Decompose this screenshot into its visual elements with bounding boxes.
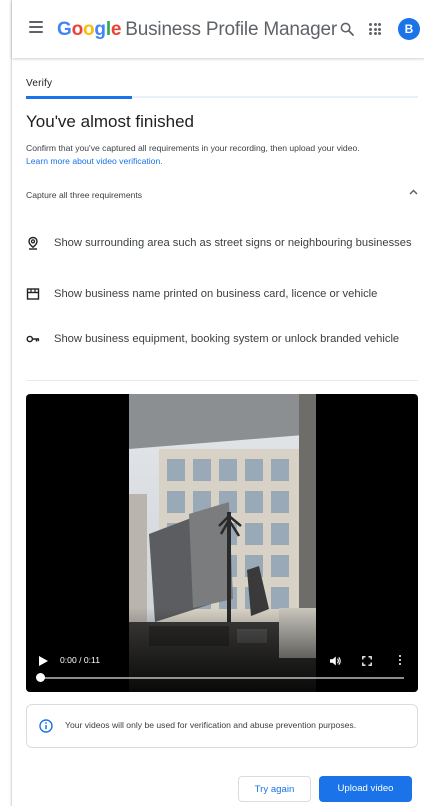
- volume-icon[interactable]: [330, 656, 342, 666]
- requirements-header: Capture all three requirements: [26, 190, 143, 200]
- chevron-up-icon[interactable]: [409, 189, 418, 195]
- step-label: Verify: [26, 78, 53, 89]
- product-name: Business Profile Manager: [125, 19, 337, 40]
- location-pin-icon: [28, 236, 38, 250]
- divider: [26, 380, 418, 381]
- requirement-item: Show business equipment, booking system …: [26, 332, 422, 348]
- google-wordmark-letter: o: [83, 19, 95, 40]
- privacy-notice: Your videos will only be used for verifi…: [26, 704, 418, 748]
- try-again-button[interactable]: Try again: [238, 776, 311, 802]
- google-wordmark-letter: o: [71, 19, 84, 40]
- video-controls-scrim: [26, 608, 418, 692]
- google-wordmark-letter: g: [94, 19, 106, 40]
- google-wordmark: Google: [57, 19, 121, 40]
- learn-more-link[interactable]: Learn more about video verification.: [26, 155, 422, 168]
- key-icon: [26, 335, 40, 343]
- more-vertical-icon[interactable]: [399, 655, 403, 667]
- google-wordmark-letter: G: [57, 19, 72, 40]
- video-seek-thumb[interactable]: [36, 673, 45, 682]
- fullscreen-icon[interactable]: [362, 656, 372, 666]
- page-title: You've almost finished: [26, 112, 194, 131]
- storefront-icon: [26, 288, 40, 300]
- google-wordmark-letter: e: [110, 19, 122, 40]
- menu-icon[interactable]: [29, 21, 43, 33]
- requirements-expander[interactable]: Capture all three requirements: [26, 185, 418, 201]
- requirement-text: Show business equipment, booking system …: [54, 333, 400, 345]
- search-icon[interactable]: [340, 22, 354, 36]
- avatar[interactable]: B: [398, 18, 420, 40]
- product-logo[interactable]: Google Business Profile Manager: [57, 19, 337, 41]
- app-frame: Google Business Profile Manager B Verify …: [11, 0, 424, 806]
- requirement-text: Show business name printed on business c…: [54, 288, 378, 300]
- top-app-bar: Google Business Profile Manager B: [12, 0, 424, 58]
- requirement-text: Show surrounding area such as street sig…: [54, 237, 412, 249]
- step-progress-fill: [26, 95, 132, 99]
- apps-icon[interactable]: [369, 23, 381, 35]
- video-time: 0:00 / 0:11: [60, 655, 100, 665]
- privacy-notice-text: Your videos will only be used for verifi…: [65, 720, 357, 730]
- requirement-item: Show business name printed on business c…: [26, 287, 422, 303]
- play-icon[interactable]: [39, 656, 48, 666]
- video-seek-bar[interactable]: [40, 677, 404, 679]
- page-description: Confirm that you've captured all require…: [26, 142, 422, 167]
- upload-video-button[interactable]: Upload video: [319, 776, 412, 802]
- step-progress: [26, 95, 418, 99]
- requirement-item: Show surrounding area such as street sig…: [26, 236, 422, 266]
- video-player[interactable]: 0:00 / 0:11: [26, 394, 418, 692]
- info-icon: [39, 719, 53, 733]
- description-text: Confirm that you've captured all require…: [26, 143, 360, 153]
